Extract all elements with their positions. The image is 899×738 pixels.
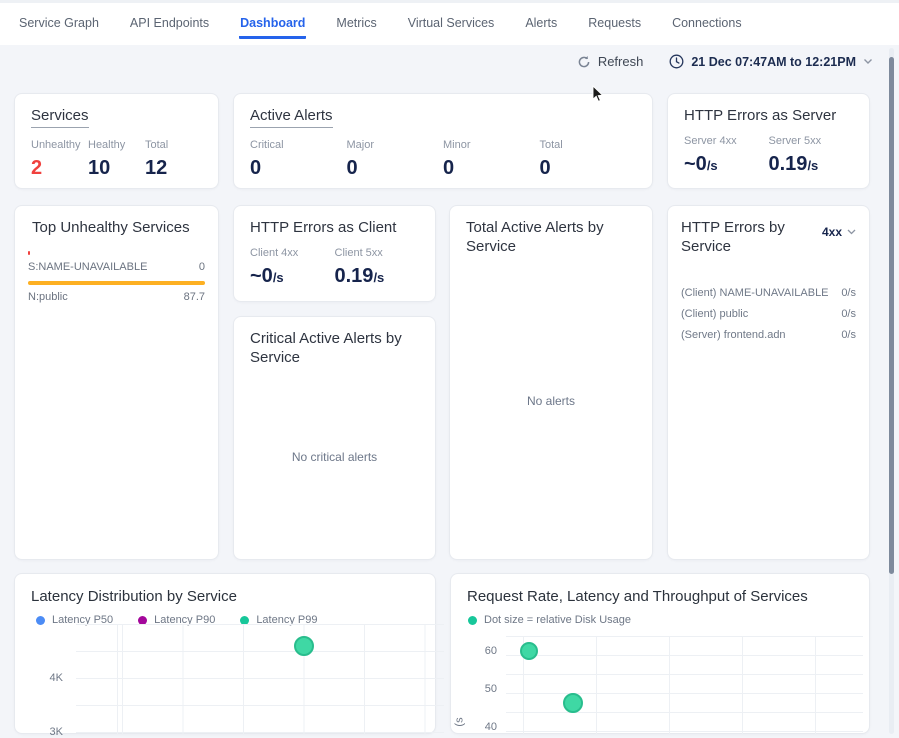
http-errors-server-stats: Server 4xx ~0/s Server 5xx 0.19/s <box>684 135 853 176</box>
critical-alerts-card: Critical Active Alerts by Service No cri… <box>233 316 436 560</box>
stat-client-4xx: Client 4xx ~0/s <box>250 247 335 288</box>
mouse-cursor <box>592 85 604 108</box>
http-errors-server-card: HTTP Errors as Server Server 4xx ~0/s Se… <box>667 93 870 189</box>
critical-alerts-empty-message: No critical alerts <box>250 368 419 547</box>
toolbar: Refresh 21 Dec 07:47AM to 12:21PM <box>577 54 873 69</box>
unhealthy-bar-item[interactable]: N:public 87.7 <box>28 281 205 303</box>
stat-client-5xx: Client 5xx 0.19/s <box>335 247 420 288</box>
latency-distribution-card: Latency Distribution by Service Latency … <box>14 573 436 734</box>
http-errors-client-stats: Client 4xx ~0/s Client 5xx 0.19/s <box>250 247 419 288</box>
unhealthy-bar-item[interactable]: S:NAME-UNAVAILABLE 0 <box>28 251 205 273</box>
client-4xx-rate: ~0/s <box>250 265 335 288</box>
total-alerts-title: Total Active Alerts by Service <box>466 219 636 257</box>
top-unhealthy-title: Top Unhealthy Services <box>28 219 205 236</box>
service-error-row[interactable]: (Client) public 0/s <box>681 304 856 325</box>
top-unhealthy-services-card: Top Unhealthy Services S:NAME-UNAVAILABL… <box>14 205 219 560</box>
http-errors-server-title: HTTP Errors as Server <box>684 107 853 124</box>
dashboard-page: Service Graph API Endpoints Dashboard Me… <box>0 0 899 734</box>
bar-item-label: N:public <box>28 291 68 303</box>
scrollbar-thumb[interactable] <box>889 57 894 574</box>
total-alerts-empty-message: No alerts <box>466 257 636 547</box>
healthy-count: 10 <box>88 157 145 180</box>
client-5xx-rate: 0.19/s <box>335 265 420 288</box>
major-count: 0 <box>347 157 444 180</box>
bar-item-value: 0 <box>199 261 205 273</box>
tab-service-graph[interactable]: Service Graph <box>18 10 100 39</box>
stat-unhealthy: Unhealthy 2 <box>31 139 88 180</box>
time-range-label: 21 Dec 07:47AM to 12:21PM <box>691 55 856 69</box>
tab-api-endpoints[interactable]: API Endpoints <box>129 10 210 39</box>
tab-connections[interactable]: Connections <box>671 10 743 39</box>
critical-count: 0 <box>250 157 347 180</box>
time-range-picker[interactable]: 21 Dec 07:47AM to 12:21PM <box>669 54 873 69</box>
stat-healthy: Healthy 10 <box>88 139 145 180</box>
critical-alerts-title: Critical Active Alerts by Service <box>250 330 419 368</box>
active-alerts-card-title: Active Alerts <box>250 107 333 128</box>
tab-virtual-services[interactable]: Virtual Services <box>407 10 496 39</box>
total-alerts-card: Total Active Alerts by Service No alerts <box>449 205 653 560</box>
request-rate-card: Request Rate, Latency and Throughput of … <box>450 573 870 734</box>
tab-requests[interactable]: Requests <box>587 10 642 39</box>
chevron-down-icon <box>863 58 873 65</box>
refresh-icon <box>577 55 591 69</box>
refresh-button[interactable]: Refresh <box>577 54 644 69</box>
http-errors-client-title: HTTP Errors as Client <box>250 219 419 236</box>
scatter-point[interactable] <box>520 642 538 660</box>
tab-metrics[interactable]: Metrics <box>335 10 377 39</box>
unhealthy-count: 2 <box>31 157 88 180</box>
service-error-row[interactable]: (Client) NAME-UNAVAILABLE 0/s <box>681 283 856 304</box>
bar-item-label: S:NAME-UNAVAILABLE <box>28 261 147 273</box>
total-services-count: 12 <box>145 157 202 180</box>
clock-icon <box>669 54 684 69</box>
service-health-bar <box>28 251 30 255</box>
services-card-title: Services <box>31 107 89 128</box>
tab-alerts[interactable]: Alerts <box>524 10 558 39</box>
stat-server-4xx: Server 4xx ~0/s <box>684 135 769 176</box>
top-nav: Service Graph API Endpoints Dashboard Me… <box>0 0 899 45</box>
bar-item-value: 87.7 <box>184 291 205 303</box>
active-alerts-card: Active Alerts Critical 0 Major 0 Minor 0… <box>233 93 653 189</box>
tab-dashboard[interactable]: Dashboard <box>239 10 306 39</box>
request-dot-layer <box>451 574 869 733</box>
http-errors-by-service-card: HTTP Errors by Service 4xx (Client) NAME… <box>667 205 870 560</box>
stat-server-5xx: Server 5xx 0.19/s <box>769 135 854 176</box>
latency-dot-layer <box>15 574 435 733</box>
stat-total-services: Total 12 <box>145 139 202 180</box>
error-type-select[interactable]: 4xx <box>822 225 856 239</box>
active-alerts-stats: Critical 0 Major 0 Minor 0 Total 0 <box>250 139 636 180</box>
minor-count: 0 <box>443 157 540 180</box>
service-error-row[interactable]: (Server) frontend.adn 0/s <box>681 325 856 346</box>
http-errors-service-list: (Client) NAME-UNAVAILABLE 0/s (Client) p… <box>681 283 856 346</box>
total-alerts-count: 0 <box>540 157 637 180</box>
stat-total-alerts: Total 0 <box>540 139 637 180</box>
scatter-point[interactable] <box>563 693 583 713</box>
stat-major: Major 0 <box>347 139 444 180</box>
stat-minor: Minor 0 <box>443 139 540 180</box>
stat-critical: Critical 0 <box>250 139 347 180</box>
error-type-value: 4xx <box>822 225 842 239</box>
chevron-down-icon <box>847 229 856 235</box>
scatter-point[interactable] <box>294 636 314 656</box>
service-health-bar <box>28 281 205 285</box>
http-errors-client-card: HTTP Errors as Client Client 4xx ~0/s Cl… <box>233 205 436 302</box>
server-4xx-rate: ~0/s <box>684 153 769 176</box>
services-stats: Unhealthy 2 Healthy 10 Total 12 <box>31 139 202 180</box>
refresh-label: Refresh <box>598 54 644 69</box>
http-errors-by-service-title: HTTP Errors by Service <box>681 219 801 257</box>
server-5xx-rate: 0.19/s <box>769 153 854 176</box>
services-card: Services Unhealthy 2 Healthy 10 Total 12 <box>14 93 219 189</box>
